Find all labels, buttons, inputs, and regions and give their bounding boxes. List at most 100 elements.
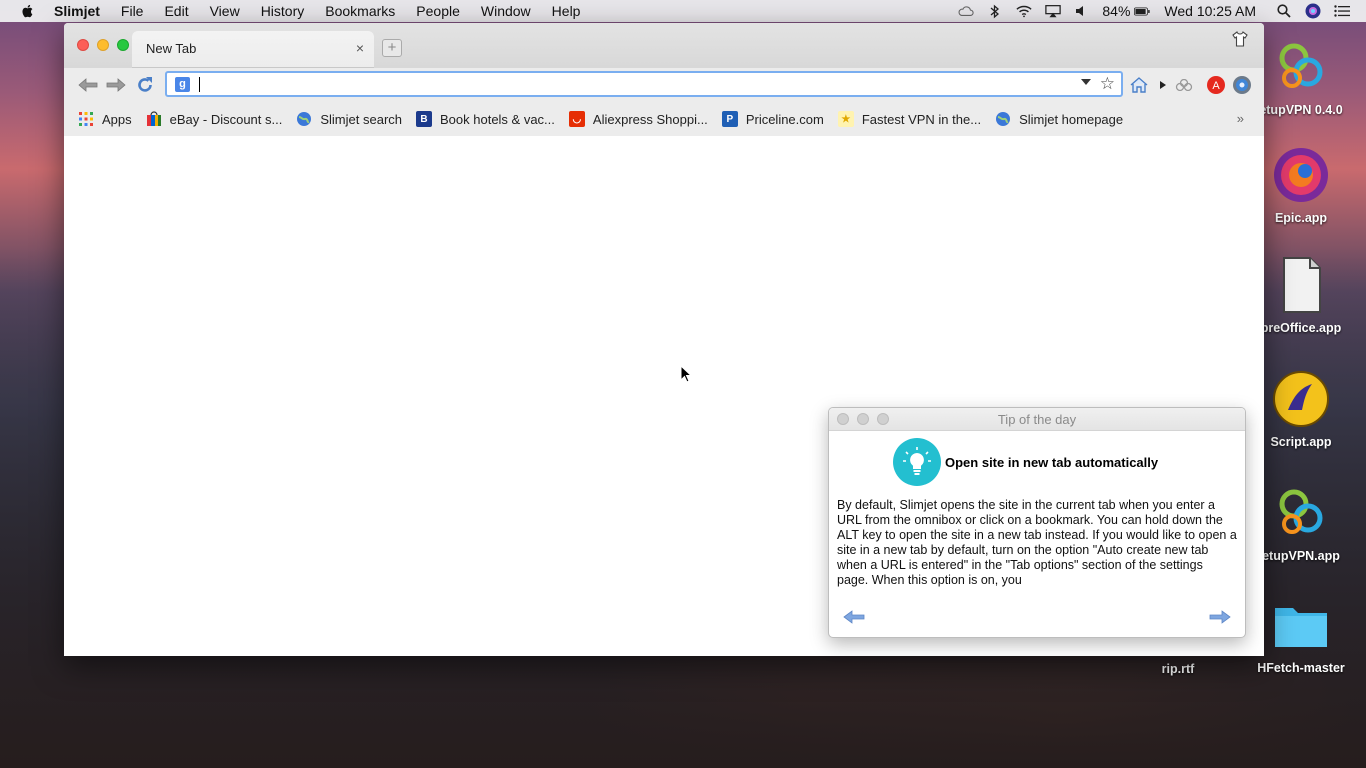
menu-help[interactable]: Help xyxy=(552,3,581,19)
bookmark-priceline[interactable]: P Priceline.com xyxy=(721,111,824,127)
volume-icon[interactable] xyxy=(1074,3,1090,19)
gear-globe-icon xyxy=(1233,76,1251,94)
tab-title: New Tab xyxy=(146,41,197,56)
reload-button[interactable] xyxy=(134,75,156,95)
document-icon xyxy=(1283,257,1321,313)
menu-bar: Slimjet File Edit View History Bookmarks… xyxy=(0,0,1366,22)
bookmark-label: Apps xyxy=(102,111,132,127)
apps-grid-icon xyxy=(79,112,93,126)
menu-app-name[interactable]: Slimjet xyxy=(54,3,100,19)
browser-toolbar: g ☆ A xyxy=(64,68,1264,102)
bookmark-aliexpress[interactable]: ◡ Aliexpress Shoppi... xyxy=(568,111,708,127)
next-tip-arrow-icon[interactable] xyxy=(1209,610,1231,624)
text-caret xyxy=(199,77,200,92)
previous-tip-arrow-icon[interactable] xyxy=(843,610,865,624)
wifi-icon[interactable] xyxy=(1016,3,1032,19)
omnibox-input[interactable] xyxy=(199,75,1083,95)
profile-avatar-button[interactable]: A xyxy=(1206,75,1226,95)
globe-icon xyxy=(996,112,1011,126)
globe-icon xyxy=(297,112,312,126)
reload-icon xyxy=(138,77,152,92)
airplay-icon[interactable] xyxy=(1045,3,1062,19)
window-titlebar: New Tab × + xyxy=(64,23,1264,68)
theme-shirt-icon[interactable] xyxy=(1232,31,1248,47)
bookmark-star-icon[interactable]: ☆ xyxy=(1100,74,1115,94)
search-engine-icon[interactable]: g xyxy=(175,77,190,92)
forward-button[interactable] xyxy=(105,75,127,95)
tip-heading: Open site in new tab automatically xyxy=(945,454,1159,470)
tip-of-the-day-dialog: Tip of the day Open site in new tab auto… xyxy=(828,407,1246,638)
lightbulb-icon xyxy=(893,438,941,486)
bookmarks-overflow-chevron-icon[interactable]: » xyxy=(1237,111,1244,126)
vpn-star-icon: ★ xyxy=(837,111,854,127)
dialog-titlebar: Tip of the day xyxy=(829,408,1245,431)
back-button[interactable] xyxy=(77,75,99,95)
script-app-icon xyxy=(1273,371,1329,427)
setupvpn-icon xyxy=(1279,489,1323,534)
apple-menu-icon[interactable] xyxy=(20,3,36,19)
menu-file[interactable]: File xyxy=(121,3,144,19)
siri-icon[interactable] xyxy=(1305,3,1321,19)
bookmark-label: Slimjet homepage xyxy=(1019,111,1124,127)
cloud-icon[interactable] xyxy=(958,3,974,19)
mouse-pointer-icon xyxy=(680,365,692,383)
vpn-extension-button[interactable] xyxy=(1174,75,1194,95)
bookmarks-bar: Apps eBay - Discount s... Slimjet search… xyxy=(64,102,1264,137)
menu-history[interactable]: History xyxy=(261,3,305,19)
svg-text:A: A xyxy=(1212,80,1220,92)
new-tab-button[interactable]: + xyxy=(382,39,402,57)
omnibox-dropdown-icon[interactable] xyxy=(1081,79,1091,85)
menu-people[interactable]: People xyxy=(416,3,460,19)
bookmark-label: Aliexpress Shoppi... xyxy=(592,111,708,127)
extensions-arrow-button[interactable] xyxy=(1153,75,1173,95)
aliexpress-icon: ◡ xyxy=(568,111,585,127)
zoom-window-button[interactable] xyxy=(117,39,129,51)
triangle-right-icon xyxy=(1160,81,1166,89)
chain-link-icon xyxy=(1175,79,1193,91)
ebay-icon xyxy=(146,111,161,126)
epic-browser-icon xyxy=(1274,148,1328,202)
minimize-window-button[interactable] xyxy=(97,39,109,51)
bookmark-slimjet-homepage[interactable]: Slimjet homepage xyxy=(995,111,1123,127)
tab-close-icon[interactable]: × xyxy=(356,40,364,56)
spotlight-search-icon[interactable] xyxy=(1276,3,1292,19)
battery-percent[interactable]: 84% xyxy=(1102,3,1130,19)
desktop-icon-label: HFetch-master xyxy=(1257,661,1345,675)
battery-icon[interactable] xyxy=(1134,3,1151,19)
bookmark-label: eBay - Discount s... xyxy=(169,111,283,127)
booking-icon: B xyxy=(416,111,432,127)
tip-body-text: By default, Slimjet opens the site in th… xyxy=(837,498,1237,587)
home-button[interactable] xyxy=(1129,75,1149,95)
setupvpn-icon xyxy=(1279,43,1323,88)
settings-menu-button[interactable] xyxy=(1232,75,1252,95)
bookmark-booking[interactable]: B Book hotels & vac... xyxy=(416,111,555,127)
bookmark-label: Book hotels & vac... xyxy=(440,111,555,127)
tip-header: Open site in new tab automatically xyxy=(893,438,1158,486)
desktop-icon-rip-rtf[interactable]: rip.rtf xyxy=(1123,662,1233,676)
bookmark-apps[interactable]: Apps xyxy=(78,111,132,127)
folder-icon xyxy=(1275,608,1327,647)
dialog-title: Tip of the day xyxy=(997,412,1077,427)
notification-center-icon[interactable] xyxy=(1334,3,1350,19)
menu-clock[interactable]: Wed 10:25 AM xyxy=(1164,3,1256,19)
bookmark-label: Priceline.com xyxy=(745,111,824,127)
bookmark-label: Slimjet search xyxy=(320,111,402,127)
priceline-icon: P xyxy=(721,111,738,127)
menu-bookmarks[interactable]: Bookmarks xyxy=(325,3,395,19)
menu-view[interactable]: View xyxy=(210,3,240,19)
home-icon xyxy=(1130,77,1148,93)
avatar-a-icon: A xyxy=(1207,76,1225,94)
menu-window[interactable]: Window xyxy=(481,3,531,19)
back-arrow-icon xyxy=(78,78,98,92)
close-window-button[interactable] xyxy=(77,39,89,51)
bluetooth-icon[interactable] xyxy=(987,3,1003,19)
bookmark-label: Fastest VPN in the... xyxy=(861,111,982,127)
forward-arrow-icon xyxy=(106,78,126,92)
bookmark-slimjet-search[interactable]: Slimjet search xyxy=(296,111,402,127)
bookmark-fastest-vpn[interactable]: ★ Fastest VPN in the... xyxy=(837,111,982,127)
omnibox[interactable]: g ☆ xyxy=(165,71,1123,97)
tab-new-tab[interactable]: New Tab × xyxy=(132,31,374,68)
bookmark-ebay[interactable]: eBay - Discount s... xyxy=(146,111,283,127)
desktop-icon-label: rip.rtf xyxy=(1161,662,1195,676)
menu-edit[interactable]: Edit xyxy=(164,3,188,19)
